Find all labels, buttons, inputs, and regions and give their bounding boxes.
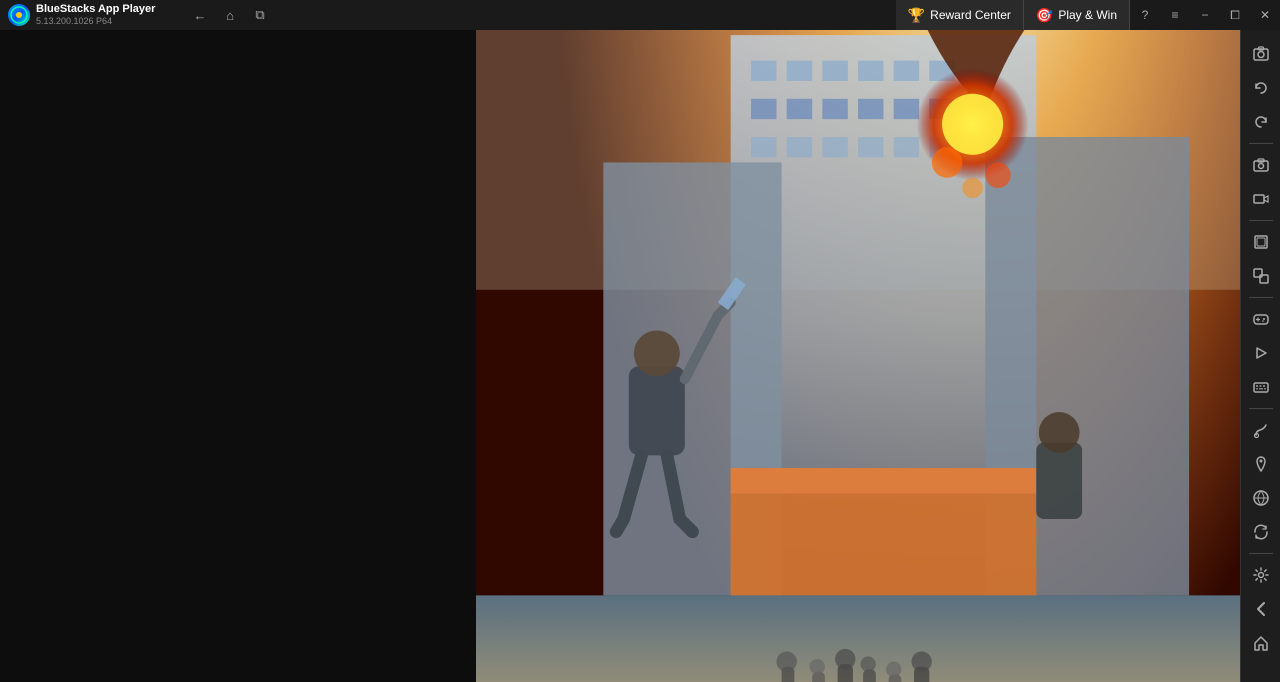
reward-icon: 🏆 (908, 7, 925, 24)
toolbar-sep-3 (1249, 297, 1273, 298)
left-panel (0, 30, 476, 682)
close-button[interactable]: ✕ (1250, 0, 1280, 30)
restore-button[interactable]: ⧠ (1220, 0, 1250, 30)
sync2-icon[interactable] (1245, 516, 1277, 548)
app-title: BlueStacks App Player (36, 3, 155, 16)
titlebar: BlueStacks App Player 5.13.200.1026 P64 … (0, 0, 1280, 30)
right-toolbar (1240, 30, 1280, 682)
layers-icon[interactable] (1245, 226, 1277, 258)
app-version: 5.13.200.1026 P64 (36, 16, 155, 27)
toolbar-sep-1 (1249, 143, 1273, 144)
location-icon[interactable] (1245, 448, 1277, 480)
titlebar-nav: ← ⌂ ⧉ (180, 4, 280, 26)
rotate-cw-icon[interactable] (1245, 106, 1277, 138)
settings-icon[interactable] (1245, 559, 1277, 591)
arrow-back-icon[interactable] (1245, 593, 1277, 625)
play-win-button[interactable]: 🎯 Play & Win (1024, 0, 1130, 30)
home3-icon[interactable] (1245, 627, 1277, 659)
keyboard-icon[interactable] (1245, 371, 1277, 403)
reward-center-label: Reward Center (930, 8, 1011, 22)
camera2-icon[interactable] (1245, 149, 1277, 181)
multi-instance-icon[interactable] (1245, 260, 1277, 292)
window-controls: ? ≡ − ⧠ ✕ (1130, 0, 1280, 30)
multi-button[interactable]: ⧉ (246, 4, 274, 26)
toolbar-sep-5 (1249, 553, 1273, 554)
back-button[interactable]: ← (186, 4, 214, 26)
game-canvas: MONSTER HUNTER NOW (476, 30, 1240, 682)
gamepad-icon[interactable] (1245, 303, 1277, 335)
minimize-button[interactable]: − (1190, 0, 1220, 30)
titlebar-right: 🏆 Reward Center 🎯 Play & Win ? ≡ − ⧠ ✕ (896, 0, 1280, 30)
play-win-label: Play & Win (1058, 8, 1117, 22)
home-button[interactable]: ⌂ (216, 4, 244, 26)
app-logo-area: BlueStacks App Player 5.13.200.1026 P64 (0, 3, 180, 27)
app-logo (8, 4, 30, 26)
macro-icon[interactable] (1245, 337, 1277, 369)
screenshot-icon[interactable] (1245, 38, 1277, 70)
record-icon[interactable] (1245, 183, 1277, 215)
help-button[interactable]: ? (1130, 0, 1160, 30)
app-title-block: BlueStacks App Player 5.13.200.1026 P64 (36, 3, 155, 27)
rotate-ccw-icon[interactable] (1245, 72, 1277, 104)
globe-icon[interactable] (1245, 482, 1277, 514)
play-win-icon: 🎯 (1036, 7, 1053, 24)
paint-icon[interactable] (1245, 414, 1277, 446)
toolbar-sep-4 (1249, 408, 1273, 409)
game-area[interactable]: MONSTER HUNTER NOW (476, 30, 1240, 682)
toolbar-sep-2 (1249, 220, 1273, 221)
menu-button[interactable]: ≡ (1160, 0, 1190, 30)
reward-center-button[interactable]: 🏆 Reward Center (896, 0, 1024, 30)
